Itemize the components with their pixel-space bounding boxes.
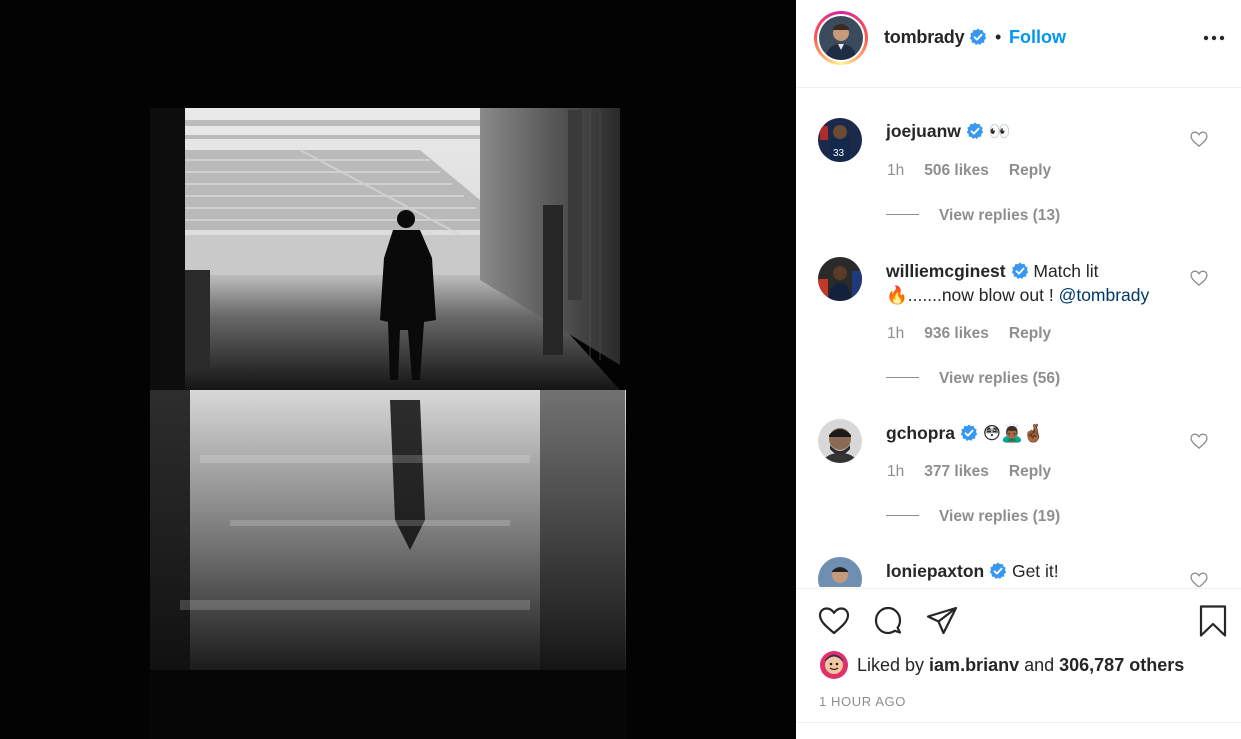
more-options-icon[interactable]: [1201, 26, 1227, 50]
author-username-text[interactable]: tombrady: [884, 27, 965, 47]
commenter-avatar[interactable]: [818, 257, 862, 301]
comment-time: 1h: [887, 325, 905, 342]
comment-like-heart-icon[interactable]: [1189, 129, 1209, 149]
author-avatar[interactable]: [814, 11, 868, 65]
comment-username[interactable]: joejuanw: [886, 121, 961, 141]
instagram-post: tombrady • Follow 33 joejuanw 👀 1h 506 l…: [0, 0, 1241, 739]
comment-text: williemcginest Match lit 🔥.......now blo…: [886, 259, 1186, 307]
post-panel: tombrady • Follow 33 joejuanw 👀 1h 506 l…: [796, 0, 1241, 739]
comment-body: Get it!: [1011, 561, 1059, 581]
comment-icon[interactable]: [871, 604, 905, 638]
post-actions: Liked by iam.brianv and 306,787 others 1…: [796, 588, 1241, 739]
author-username[interactable]: tombrady: [884, 27, 987, 48]
comments-list[interactable]: 33 joejuanw 👀 1h 506 likes Reply View re…: [796, 89, 1241, 587]
view-replies-button[interactable]: View replies (19): [886, 508, 1060, 526]
liked-by-prefix: Liked by: [857, 655, 930, 675]
reply-button[interactable]: Reply: [1009, 463, 1051, 480]
mention-link[interactable]: @tombrady: [1059, 285, 1150, 305]
view-replies-label[interactable]: View replies (19): [939, 508, 1060, 525]
view-replies-label[interactable]: View replies (56): [939, 370, 1060, 387]
comment-likes[interactable]: 506 likes: [924, 162, 989, 179]
comment-body-line-2: 🔥.......now blow out !: [886, 285, 1059, 305]
svg-text:33: 33: [833, 148, 845, 159]
likes-count[interactable]: 306,787 others: [1059, 655, 1184, 675]
follow-button[interactable]: Follow: [1009, 27, 1066, 48]
commenter-avatar[interactable]: [818, 419, 862, 463]
post-timestamp[interactable]: 1 HOUR AGO: [819, 694, 906, 709]
comment-text: joejuanw 👀: [886, 119, 1186, 143]
comment-time: 1h: [887, 162, 905, 179]
verified-badge-icon: [969, 28, 987, 45]
comment-username[interactable]: williemcginest: [886, 261, 1006, 281]
comment-meta: 1h 377 likes Reply: [887, 463, 1071, 481]
verified-badge-icon: [1011, 262, 1028, 279]
verified-badge-icon: [960, 424, 978, 441]
share-icon[interactable]: [925, 604, 959, 638]
verified-badge-icon: [966, 122, 984, 139]
comment-username[interactable]: gchopra: [886, 423, 955, 443]
replies-line: [886, 377, 919, 378]
liked-by-middle: and: [1019, 655, 1060, 675]
comment-body: 👀: [988, 121, 1011, 141]
post-photo[interactable]: [0, 0, 796, 739]
liker-username[interactable]: iam.brianv: [929, 655, 1019, 675]
comment-body: Match lit: [1033, 261, 1099, 281]
comment-likes[interactable]: 936 likes: [924, 325, 989, 342]
view-replies-button[interactable]: View replies (56): [886, 370, 1060, 388]
comment-box-divider: [796, 722, 1241, 723]
heart-icon[interactable]: [817, 604, 851, 638]
post-header: tombrady • Follow: [796, 0, 1241, 88]
comment-time: 1h: [887, 463, 905, 480]
replies-line: [886, 515, 919, 516]
view-replies-label[interactable]: View replies (13): [939, 207, 1060, 224]
comment-body: 😳🙇🏾‍♂️🤞🏾: [982, 423, 1045, 443]
liked-by-text: Liked by iam.brianv and 306,787 others: [857, 655, 1184, 676]
header-separator: •: [995, 27, 1002, 47]
commenter-avatar[interactable]: 33: [818, 118, 862, 162]
comment-like-heart-icon[interactable]: [1189, 268, 1209, 288]
comment-username[interactable]: loniepaxton: [886, 561, 984, 581]
replies-line: [886, 214, 919, 215]
comment-like-heart-icon[interactable]: [1189, 570, 1209, 587]
reply-button[interactable]: Reply: [1009, 325, 1051, 342]
comment-text: gchopra 😳🙇🏾‍♂️🤞🏾: [886, 421, 1186, 445]
bookmark-icon[interactable]: [1196, 604, 1230, 638]
comment-likes[interactable]: 377 likes: [924, 463, 989, 480]
comment-text: loniepaxton Get it!: [886, 559, 1186, 583]
verified-badge-icon: [989, 562, 1007, 579]
reply-button[interactable]: Reply: [1009, 162, 1051, 179]
view-replies-button[interactable]: View replies (13): [886, 207, 1060, 225]
comment-like-heart-icon[interactable]: [1189, 431, 1209, 451]
comment-meta: 1h 506 likes Reply: [887, 162, 1071, 180]
commenter-avatar[interactable]: [818, 557, 862, 587]
liker-avatar[interactable]: [820, 651, 848, 679]
comment-meta: 1h 936 likes Reply: [887, 325, 1071, 343]
